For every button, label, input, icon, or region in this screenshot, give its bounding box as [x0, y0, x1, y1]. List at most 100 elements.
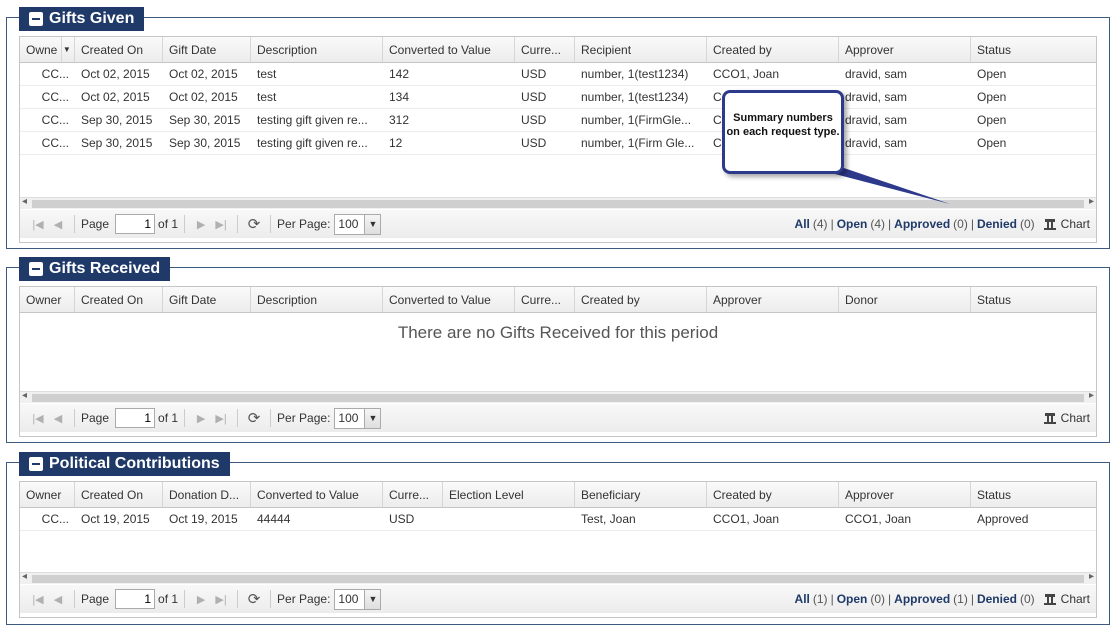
per-page-select[interactable]: 100 ▼: [334, 588, 382, 610]
horizontal-scrollbar[interactable]: ◂ ▸: [20, 390, 1096, 403]
col-description[interactable]: Description: [251, 37, 383, 62]
refresh-icon[interactable]: ⟳: [244, 408, 264, 428]
summary-open-link[interactable]: Open: [837, 217, 868, 231]
prev-page-icon[interactable]: ◀: [48, 408, 68, 428]
last-page-icon[interactable]: ▶|: [211, 214, 231, 234]
per-page-select[interactable]: 100 ▼: [334, 407, 382, 429]
scrollbar-thumb[interactable]: [32, 200, 1084, 208]
col-currency[interactable]: Curre...: [383, 482, 443, 507]
chevron-down-icon[interactable]: ▼: [364, 214, 381, 234]
table-row[interactable]: CC... Oct 02, 2015 Oct 02, 2015 test 142…: [20, 63, 1096, 86]
cell-gift-date: Oct 02, 2015: [169, 90, 238, 104]
col-converted-value[interactable]: Converted to Value: [383, 37, 515, 62]
horizontal-scrollbar[interactable]: ◂ ▸: [20, 196, 1096, 209]
table-row[interactable]: CC... Sep 30, 2015 Sep 30, 2015 testing …: [20, 132, 1096, 155]
chart-button[interactable]: Chart: [1043, 592, 1090, 606]
col-recipient[interactable]: Recipient: [575, 37, 707, 62]
separator: [270, 409, 272, 427]
refresh-icon[interactable]: ⟳: [244, 214, 264, 234]
col-beneficiary[interactable]: Beneficiary: [575, 482, 707, 507]
col-gift-date[interactable]: Gift Date: [163, 37, 251, 62]
first-page-icon[interactable]: |◀: [28, 589, 48, 609]
col-created-on[interactable]: Created On: [75, 287, 163, 312]
col-description[interactable]: Description: [251, 287, 383, 312]
col-owner[interactable]: Owner: [20, 287, 75, 312]
prev-page-icon[interactable]: ◀: [48, 214, 68, 234]
col-donation-date[interactable]: Donation D...: [163, 482, 251, 507]
scroll-right-icon[interactable]: ▸: [1089, 571, 1094, 582]
summary-all-link[interactable]: All: [795, 217, 810, 231]
col-status[interactable]: Status: [971, 287, 1088, 312]
page-number-input[interactable]: [115, 214, 156, 234]
cell-recipient: number, 1(test1234): [581, 67, 689, 81]
col-created-on[interactable]: Created On: [75, 37, 163, 62]
chart-button[interactable]: Chart: [1043, 217, 1090, 231]
collapse-icon[interactable]: [29, 457, 43, 471]
cell-recipient: number, 1(Firm Gle...: [581, 136, 695, 150]
col-election-level[interactable]: Election Level: [443, 482, 575, 507]
summary-denied-link[interactable]: Denied: [977, 217, 1017, 231]
grid-header: Owne ▼ Created On Gift Date Description C…: [20, 37, 1096, 63]
summary-denied-link[interactable]: Denied: [977, 592, 1017, 606]
col-approver[interactable]: Approver: [839, 37, 971, 62]
scroll-right-icon[interactable]: ▸: [1089, 196, 1094, 207]
scroll-left-icon[interactable]: ◂: [22, 390, 27, 401]
cell-owner: CC...: [41, 512, 69, 526]
col-created-by[interactable]: Created by: [707, 37, 839, 62]
refresh-icon[interactable]: ⟳: [244, 589, 264, 609]
col-approver[interactable]: Approver: [839, 482, 971, 507]
summary-approved-link[interactable]: Approved: [894, 592, 950, 606]
col-currency[interactable]: Curre...: [515, 287, 575, 312]
chevron-down-icon[interactable]: ▼: [364, 589, 381, 609]
col-donor[interactable]: Donor: [839, 287, 971, 312]
first-page-icon[interactable]: |◀: [28, 214, 48, 234]
col-created-on[interactable]: Created On: [75, 482, 163, 507]
col-owner[interactable]: Owner: [20, 482, 75, 507]
gifts-received-title-bar[interactable]: Gifts Received: [19, 257, 171, 281]
next-page-icon[interactable]: ▶: [191, 214, 211, 234]
table-row[interactable]: CC... Sep 30, 2015 Sep 30, 2015 testing …: [20, 109, 1096, 132]
col-approver[interactable]: Approver: [707, 287, 839, 312]
first-page-icon[interactable]: |◀: [28, 408, 48, 428]
collapse-icon[interactable]: [29, 12, 43, 26]
prev-page-icon[interactable]: ◀: [48, 589, 68, 609]
chart-button[interactable]: Chart: [1043, 411, 1090, 425]
cell-status: Open: [977, 113, 1007, 127]
col-status[interactable]: Status: [971, 482, 1088, 507]
scroll-left-icon[interactable]: ◂: [22, 196, 27, 207]
col-created-by[interactable]: Created by: [575, 287, 707, 312]
next-page-icon[interactable]: ▶: [191, 589, 211, 609]
col-status[interactable]: Status: [971, 37, 1088, 62]
chevron-down-icon[interactable]: ▼: [364, 408, 381, 428]
scrollbar-thumb[interactable]: [32, 575, 1084, 583]
col-created-by[interactable]: Created by: [707, 482, 839, 507]
page-number-input[interactable]: [115, 408, 156, 428]
empty-message: There are no Gifts Received for this per…: [397, 323, 719, 342]
col-converted-value[interactable]: Converted to Value: [383, 287, 515, 312]
political-contributions-title-bar[interactable]: Political Contributions: [19, 452, 230, 476]
col-owner[interactable]: Owne ▼: [20, 37, 75, 62]
page-number-input[interactable]: [115, 589, 156, 609]
table-row[interactable]: CC... Oct 19, 2015 Oct 19, 2015 44444 US…: [20, 508, 1096, 531]
column-menu-icon[interactable]: ▼: [61, 37, 71, 62]
col-converted-value[interactable]: Converted to Value: [251, 482, 383, 507]
cell-status: Open: [977, 90, 1007, 104]
col-gift-date[interactable]: Gift Date: [163, 287, 251, 312]
scrollbar-thumb[interactable]: [32, 394, 1084, 402]
gifts-given-title-bar[interactable]: Gifts Given: [19, 7, 145, 31]
col-currency[interactable]: Curre...: [515, 37, 575, 62]
summary-open-link[interactable]: Open: [837, 592, 868, 606]
scroll-left-icon[interactable]: ◂: [22, 571, 27, 582]
next-page-icon[interactable]: ▶: [191, 408, 211, 428]
divider: |: [888, 217, 892, 231]
horizontal-scrollbar[interactable]: ◂ ▸: [20, 571, 1096, 584]
summary-all-link[interactable]: All: [795, 592, 810, 606]
collapse-icon[interactable]: [29, 262, 43, 276]
last-page-icon[interactable]: ▶|: [211, 589, 231, 609]
last-page-icon[interactable]: ▶|: [211, 408, 231, 428]
summary-approved-link[interactable]: Approved: [894, 217, 950, 231]
cell-currency: USD: [521, 113, 547, 127]
per-page-select[interactable]: 100 ▼: [334, 213, 382, 235]
table-row[interactable]: CC... Oct 02, 2015 Oct 02, 2015 test 134…: [20, 86, 1096, 109]
scroll-right-icon[interactable]: ▸: [1089, 390, 1094, 401]
